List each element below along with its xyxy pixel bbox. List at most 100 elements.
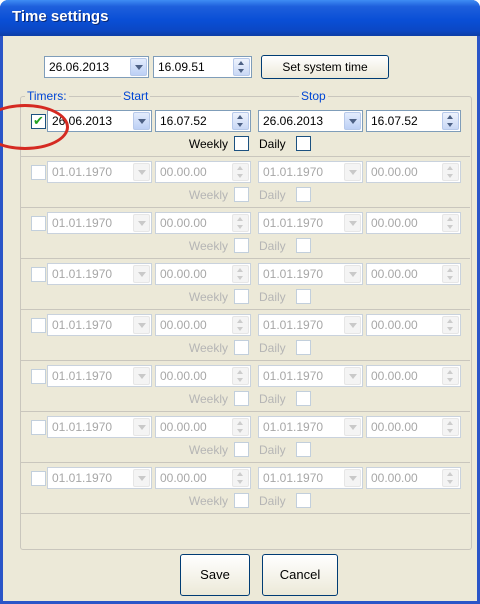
timer-enable-checkbox[interactable] (31, 165, 46, 180)
timer-stop-time-spinner[interactable]: 00.00.00 (366, 467, 461, 489)
chevron-down-icon[interactable] (133, 367, 150, 385)
chevron-down-icon[interactable] (133, 418, 150, 436)
timer-start-time-spinner[interactable]: 00.00.00 (155, 365, 251, 387)
weekly-checkbox[interactable] (234, 391, 249, 406)
spinner-arrows-icon[interactable] (232, 316, 249, 334)
timer-stop-date-dropdown[interactable]: 01.01.1970 (258, 467, 363, 489)
chevron-down-icon[interactable] (133, 265, 150, 283)
timer-start-time-spinner[interactable]: 00.00.00 (155, 263, 251, 285)
timer-stop-time-spinner[interactable]: 00.00.00 (366, 365, 461, 387)
timer-start-date-dropdown[interactable]: 01.01.1970 (47, 365, 152, 387)
daily-checkbox[interactable] (296, 493, 311, 508)
chevron-down-icon[interactable] (344, 214, 361, 232)
timer-stop-date-dropdown[interactable]: 26.06.2013 (258, 110, 363, 132)
spinner-arrows-icon[interactable] (232, 112, 249, 130)
timer-enable-checkbox[interactable] (31, 471, 46, 486)
window-title: Time settings (12, 8, 109, 25)
timer-start-date-dropdown[interactable]: 01.01.1970 (47, 263, 152, 285)
daily-checkbox[interactable] (296, 187, 311, 202)
spinner-arrows-icon[interactable] (232, 163, 249, 181)
spinner-arrows-icon[interactable] (232, 469, 249, 487)
weekly-label: Weekly (188, 137, 228, 151)
timer-enable-checkbox[interactable] (31, 369, 46, 384)
timer-enable-checkbox[interactable] (31, 267, 46, 282)
weekly-checkbox[interactable] (234, 238, 249, 253)
system-date-dropdown[interactable]: 26.06.2013 (44, 56, 149, 78)
timer-stop-date-dropdown[interactable]: 01.01.1970 (258, 365, 363, 387)
weekly-checkbox[interactable] (234, 340, 249, 355)
timer-start-time-spinner[interactable]: 16.07.52 (155, 110, 251, 132)
daily-checkbox[interactable] (296, 238, 311, 253)
daily-checkbox[interactable] (296, 442, 311, 457)
timer-stop-date-dropdown[interactable]: 01.01.1970 (258, 161, 363, 183)
chevron-down-icon[interactable] (344, 469, 361, 487)
timer-start-time-spinner[interactable]: 00.00.00 (155, 212, 251, 234)
chevron-down-icon[interactable] (133, 316, 150, 334)
timer-enable-checkbox[interactable] (31, 420, 46, 435)
spinner-arrows-icon[interactable] (232, 214, 249, 232)
timer-start-date-dropdown[interactable]: 01.01.1970 (47, 314, 152, 336)
save-button[interactable]: Save (180, 554, 250, 596)
spinner-arrows-icon[interactable] (442, 316, 459, 334)
timer-start-date-dropdown[interactable]: 01.01.1970 (47, 467, 152, 489)
daily-checkbox[interactable] (296, 391, 311, 406)
timer-stop-date-dropdown[interactable]: 01.01.1970 (258, 263, 363, 285)
spinner-arrows-icon[interactable] (232, 418, 249, 436)
spinner-arrows-icon[interactable] (442, 112, 459, 130)
weekly-checkbox[interactable] (234, 493, 249, 508)
chevron-down-icon[interactable] (133, 163, 150, 181)
spinner-arrows-icon[interactable] (232, 367, 249, 385)
cancel-button[interactable]: Cancel (262, 554, 338, 596)
chevron-down-icon[interactable] (133, 214, 150, 232)
weekly-checkbox[interactable] (234, 289, 249, 304)
spinner-arrows-icon[interactable] (442, 265, 459, 283)
start-label: Start (121, 89, 151, 103)
timer-start-time-spinner[interactable]: 00.00.00 (155, 314, 251, 336)
timer-stop-date-dropdown[interactable]: 01.01.1970 (258, 416, 363, 438)
chevron-down-icon[interactable] (344, 112, 361, 130)
timer-stop-time-spinner[interactable]: 00.00.00 (366, 416, 461, 438)
row-separator (21, 462, 470, 463)
timer-stop-time-spinner[interactable]: 00.00.00 (366, 263, 461, 285)
timer-stop-time-spinner[interactable]: 00.00.00 (366, 161, 461, 183)
chevron-down-icon[interactable] (133, 112, 150, 130)
daily-checkbox[interactable] (296, 136, 311, 151)
weekly-checkbox[interactable] (234, 442, 249, 457)
set-system-time-button[interactable]: Set system time (261, 55, 389, 79)
chevron-down-icon[interactable] (344, 367, 361, 385)
weekly-checkbox[interactable] (234, 187, 249, 202)
spinner-arrows-icon[interactable] (442, 367, 459, 385)
daily-checkbox[interactable] (296, 340, 311, 355)
spinner-arrows-icon[interactable] (442, 163, 459, 181)
timer-enable-checkbox[interactable] (31, 216, 46, 231)
timer-start-time-spinner[interactable]: 00.00.00 (155, 416, 251, 438)
chevron-down-icon[interactable] (344, 163, 361, 181)
chevron-down-icon[interactable] (130, 58, 147, 76)
timer-enable-checkbox[interactable] (31, 318, 46, 333)
timer-start-date-dropdown[interactable]: 01.01.1970 (47, 212, 152, 234)
timer-start-date-dropdown[interactable]: 01.01.1970 (47, 161, 152, 183)
timer-stop-date-value: 01.01.1970 (263, 216, 324, 230)
daily-checkbox[interactable] (296, 289, 311, 304)
chevron-down-icon[interactable] (344, 316, 361, 334)
timer-start-date-dropdown[interactable]: 01.01.1970 (47, 416, 152, 438)
timer-start-time-spinner[interactable]: 00.00.00 (155, 161, 251, 183)
system-time-spinner[interactable]: 16.09.51 (153, 56, 252, 78)
spinner-arrows-icon[interactable] (442, 214, 459, 232)
timer-start-time-spinner[interactable]: 00.00.00 (155, 467, 251, 489)
timer-stop-time-spinner[interactable]: 00.00.00 (366, 212, 461, 234)
weekly-checkbox[interactable] (234, 136, 249, 151)
spinner-arrows-icon[interactable] (442, 418, 459, 436)
timer-stop-date-dropdown[interactable]: 01.01.1970 (258, 212, 363, 234)
spinner-arrows-icon[interactable] (232, 265, 249, 283)
spinner-arrows-icon[interactable] (233, 58, 250, 76)
chevron-down-icon[interactable] (133, 469, 150, 487)
timer-stop-time-spinner[interactable]: 00.00.00 (366, 314, 461, 336)
chevron-down-icon[interactable] (344, 418, 361, 436)
timer-start-date-value: 01.01.1970 (52, 369, 113, 383)
chevron-down-icon[interactable] (344, 265, 361, 283)
timer-stop-date-dropdown[interactable]: 01.01.1970 (258, 314, 363, 336)
timer-stop-time-spinner[interactable]: 16.07.52 (366, 110, 461, 132)
spinner-arrows-icon[interactable] (442, 469, 459, 487)
title-bar[interactable]: Time settings (0, 0, 480, 36)
